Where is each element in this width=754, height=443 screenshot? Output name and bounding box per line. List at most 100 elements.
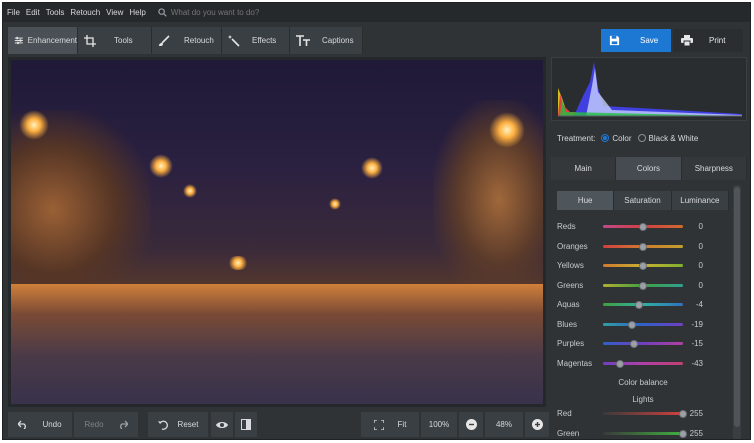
- slider-track[interactable]: [603, 342, 683, 346]
- redo-label: Redo: [84, 420, 104, 429]
- undo-button[interactable]: Undo: [8, 412, 72, 437]
- subtab-saturation[interactable]: Saturation: [614, 191, 672, 210]
- treatment-color-label[interactable]: Color: [612, 134, 631, 143]
- color-balance-title: Color balance: [618, 378, 668, 387]
- zoom-100-button[interactable]: 100%: [421, 412, 457, 437]
- tab-tools[interactable]: Tools: [78, 27, 152, 54]
- tab-colors[interactable]: Colors: [616, 157, 682, 180]
- slider-knob[interactable]: [639, 262, 647, 270]
- slider-track[interactable]: [603, 412, 683, 416]
- panel-scrollbar[interactable]: [733, 185, 741, 439]
- slider-knob[interactable]: [628, 320, 636, 329]
- hue-sliders: Reds 0 Oranges 0 Yellows 0 Greens 0 Aqua…: [557, 217, 729, 373]
- photo-streetlight: [361, 157, 383, 179]
- menu-view[interactable]: View: [106, 8, 123, 17]
- brush-icon: [159, 34, 170, 46]
- slider-label: Purples: [557, 339, 585, 349]
- slider-label: Reds: [557, 222, 576, 232]
- treatment-bw-label[interactable]: Black & White: [649, 134, 699, 143]
- print-button[interactable]: Print: [673, 29, 743, 52]
- zoom-out-button[interactable]: [459, 412, 483, 437]
- treatment-color-radio[interactable]: [601, 134, 610, 142]
- slider-knob[interactable]: [639, 242, 647, 251]
- slider-row-aquas: Aquas -4: [557, 295, 729, 315]
- panel-tabs: Main Colors Sharpness: [551, 157, 747, 180]
- slider-knob[interactable]: [630, 340, 638, 348]
- compare-icon: [241, 419, 251, 430]
- zoom-in-button[interactable]: [525, 412, 549, 437]
- slider-label: Yellows: [557, 261, 584, 271]
- magic-wand-icon: [228, 34, 240, 47]
- slider-track[interactable]: [603, 303, 683, 307]
- reset-button[interactable]: Reset: [148, 412, 208, 437]
- slider-row-greens: Greens 0: [557, 276, 729, 296]
- slider-track[interactable]: [603, 361, 683, 365]
- fit-label: Fit: [397, 420, 407, 429]
- tab-effects[interactable]: Effects: [222, 27, 290, 54]
- treatment-label: Treatment:: [557, 133, 596, 143]
- subtab-luminance[interactable]: Luminance: [671, 191, 729, 210]
- compare-button[interactable]: [235, 412, 257, 437]
- slider-row-blues: Blues -19: [557, 315, 729, 335]
- slider-label: Magentas: [557, 358, 593, 368]
- menu-retouch[interactable]: Retouch: [70, 8, 100, 17]
- main-toolbar: Enhancement Tools Retouch Effects Captio…: [3, 25, 750, 56]
- tab-main[interactable]: Main: [551, 157, 617, 180]
- slider-track[interactable]: [603, 322, 683, 326]
- slider-value: -43: [691, 358, 703, 368]
- photo-preview: [11, 60, 543, 404]
- tab-enhancement[interactable]: Enhancement: [8, 27, 78, 54]
- save-button[interactable]: Save: [601, 29, 671, 52]
- balance-sliders: Red 255 Green 255: [557, 404, 729, 439]
- image-canvas[interactable]: [8, 57, 546, 407]
- slider-knob[interactable]: [639, 281, 647, 290]
- reset-icon: [157, 420, 168, 430]
- search-input[interactable]: [170, 8, 291, 17]
- tab-sharpness[interactable]: Sharpness: [681, 157, 747, 180]
- preview-eye-button[interactable]: [211, 412, 233, 437]
- slider-value: 255: [689, 428, 703, 438]
- print-label: Print: [709, 36, 726, 45]
- slider-label: Greens: [557, 280, 584, 290]
- tab-retouch[interactable]: Retouch: [152, 27, 222, 54]
- tab-captions[interactable]: Captions: [290, 27, 363, 54]
- treatment-bw-radio[interactable]: [637, 134, 646, 142]
- slider-row-red: Red 255: [557, 404, 729, 424]
- subtab-hue[interactable]: Hue: [557, 191, 615, 210]
- menu-edit[interactable]: Edit: [26, 8, 40, 17]
- slider-track[interactable]: [603, 431, 683, 435]
- menu-help[interactable]: Help: [129, 8, 145, 17]
- menu-tools[interactable]: Tools: [46, 8, 65, 17]
- eye-icon: [216, 421, 228, 428]
- scrollbar-thumb[interactable]: [734, 187, 740, 427]
- lights-title: Lights: [632, 395, 654, 404]
- photo-streetlight: [183, 184, 197, 198]
- search-box[interactable]: [158, 8, 291, 17]
- photo-editor-window: File Edit Tools Retouch View Help Enhanc…: [2, 2, 751, 440]
- adjustments-panel: Treatment: Color Black & White Main Colo…: [551, 57, 747, 439]
- slider-knob[interactable]: [635, 301, 643, 309]
- redo-button[interactable]: Redo: [74, 412, 138, 437]
- undo-icon: [18, 420, 27, 429]
- photo-streetlight: [19, 110, 49, 140]
- sliders-icon: [14, 36, 23, 45]
- slider-value: -19: [691, 319, 703, 329]
- slider-knob[interactable]: [639, 223, 647, 231]
- fit-screen-icon: [373, 419, 384, 430]
- tab-retouch-label: Retouch: [184, 36, 214, 45]
- photo-streetlight: [149, 154, 173, 178]
- save-label: Save: [640, 36, 659, 45]
- slider-value: 0: [698, 261, 703, 271]
- histogram-graph: [558, 62, 742, 117]
- photo-streetlight: [329, 198, 341, 210]
- fit-button[interactable]: Fit: [361, 412, 419, 437]
- menu-bar: File Edit Tools Retouch View Help: [3, 3, 750, 22]
- tab-tools-label: Tools: [114, 36, 133, 45]
- photo-streetlight: [489, 112, 525, 148]
- zoom-100-label: 100%: [428, 420, 450, 429]
- menu-file[interactable]: File: [7, 8, 20, 17]
- slider-knob[interactable]: [616, 359, 624, 368]
- zoom-in-icon: [531, 419, 543, 430]
- zoom-out-icon: [465, 419, 477, 430]
- mode-tabs: Enhancement Tools Retouch Effects Captio…: [8, 27, 363, 54]
